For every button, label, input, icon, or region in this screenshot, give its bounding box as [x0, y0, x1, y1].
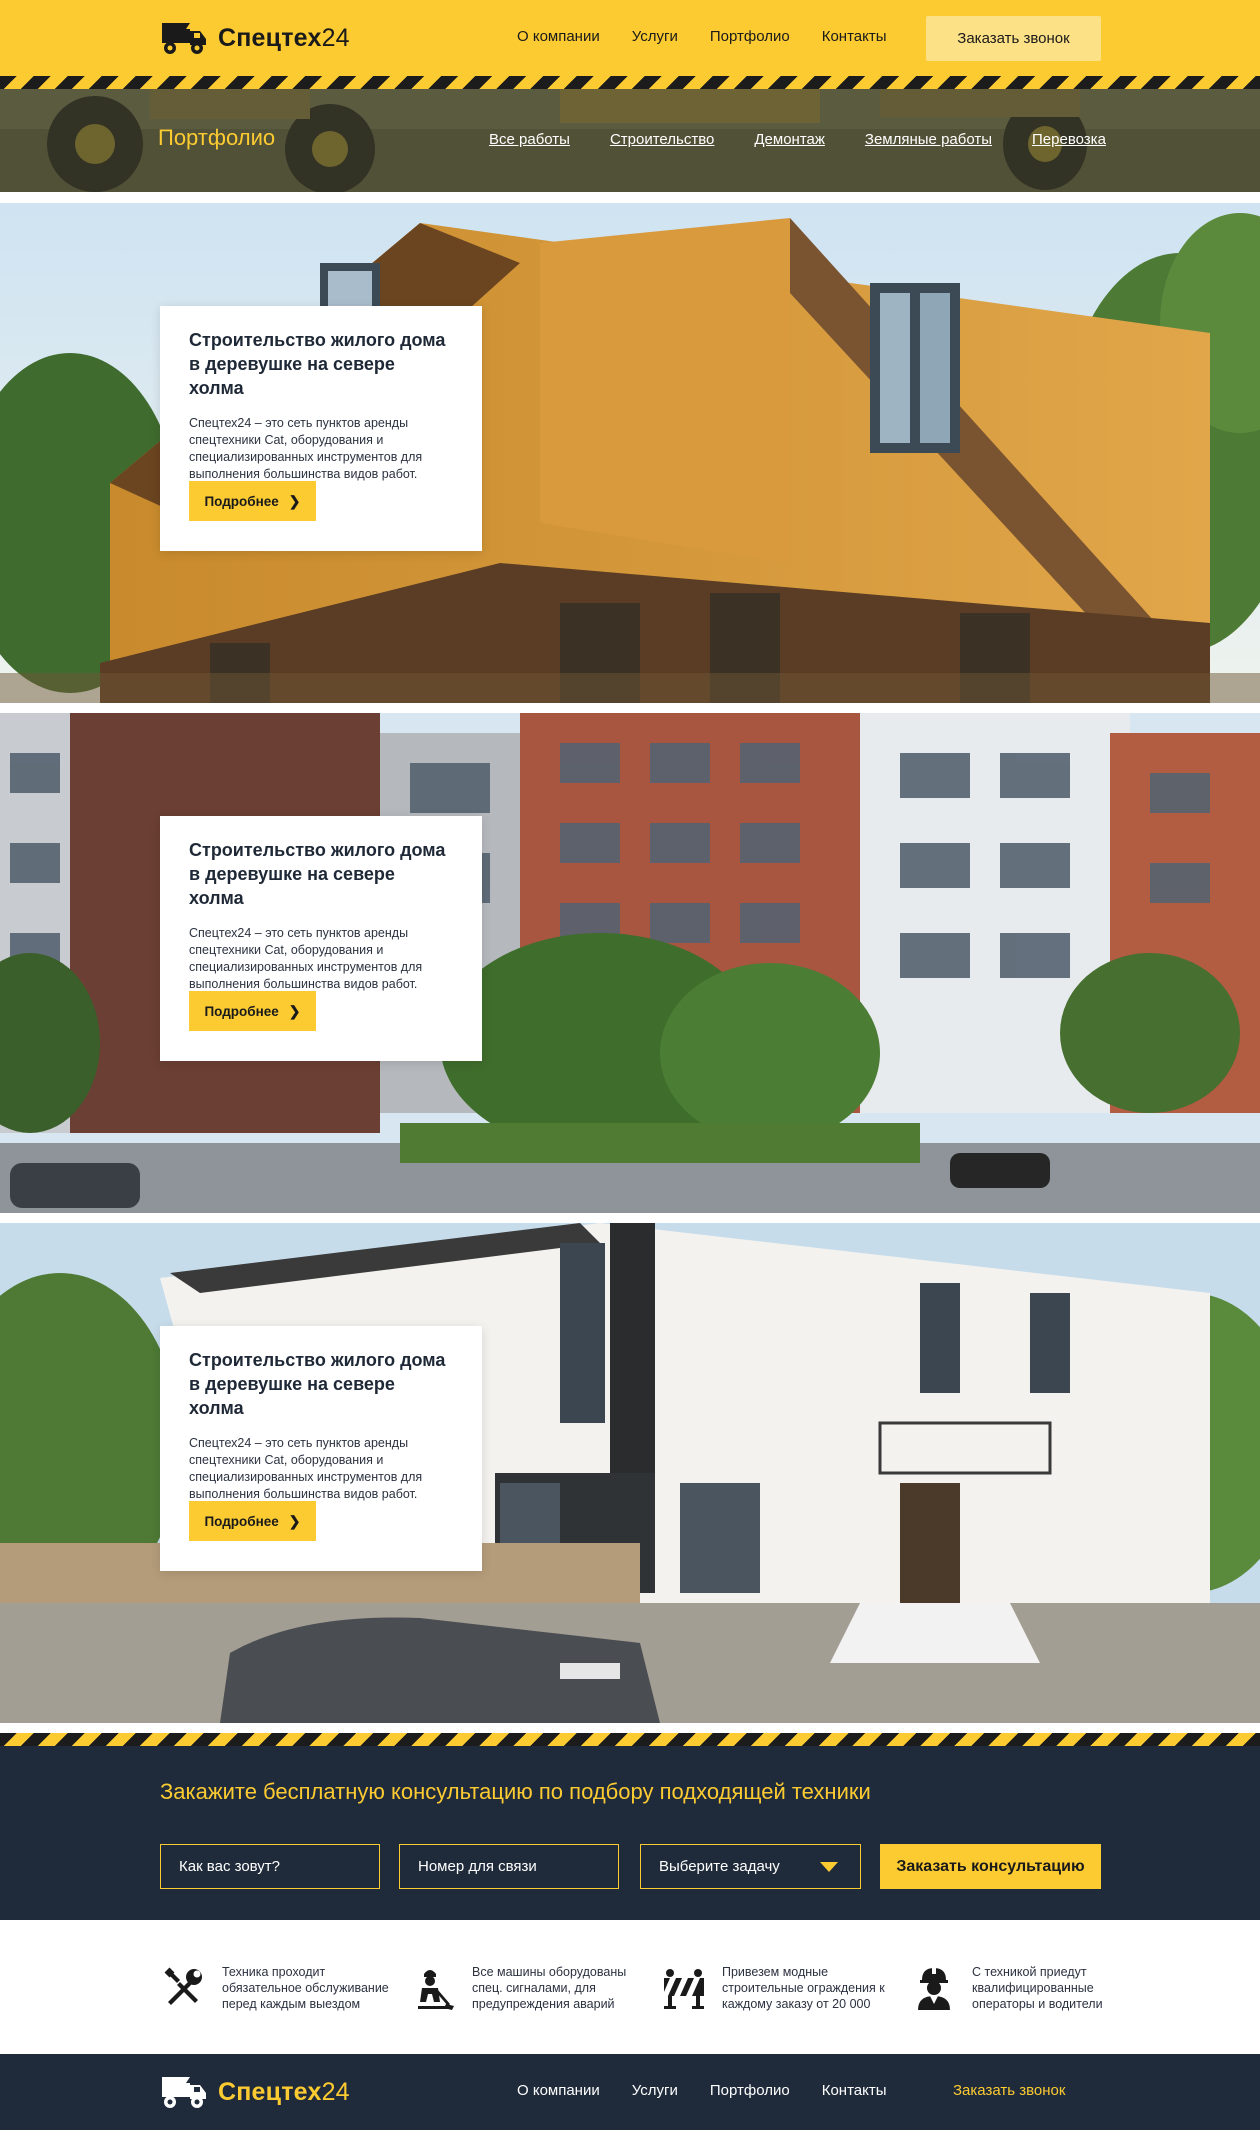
project-description: Спецтех24 – это сеть пунктов аренды спец…	[189, 926, 423, 991]
dump-truck-icon	[162, 2077, 206, 2108]
nav-about[interactable]: О компании	[517, 28, 600, 45]
chevron-down-icon	[820, 1862, 838, 1872]
chevron-right-icon: ❯	[288, 1002, 301, 1019]
project-description: Спецтех24 – это сеть пунктов аренды спец…	[189, 1436, 423, 1501]
portfolio-banner: Портфолио Все работы Строительство Демон…	[0, 89, 1260, 192]
feature-text: Привезем модные строительные ограждения …	[722, 1965, 885, 2011]
hazard-stripe	[0, 1733, 1260, 1746]
site-header: Спецтех24 О компании Услуги Портфолио Ко…	[0, 0, 1260, 76]
project-item: Строительство жилого дома в деревушке на…	[0, 1223, 1260, 1723]
site-footer: Спецтех24 О компании Услуги Портфолио Ко…	[0, 2054, 1260, 2130]
portfolio-title: Портфолио	[158, 125, 276, 150]
task-select[interactable]: Выберите задачу	[640, 1844, 861, 1889]
filter-construction[interactable]: Строительство	[610, 131, 714, 148]
features-strip: Техника проходит обязательное обслуживан…	[0, 1920, 1260, 2054]
feature-item: Все машины оборудованы спец. сигналами, …	[410, 1964, 632, 2012]
worker-shovel-icon	[418, 1970, 454, 2010]
dump-truck-icon	[162, 23, 206, 54]
more-button[interactable]: Подробнее ❯	[189, 481, 316, 521]
name-input[interactable]: Как вас зовут?	[160, 1844, 380, 1889]
feature-text: Все машины оборудованы спец. сигналами, …	[472, 1965, 627, 2011]
wrench-screwdriver-icon	[164, 1967, 202, 2005]
task-select-value: Выберите задачу	[659, 1858, 780, 1875]
more-button[interactable]: Подробнее ❯	[189, 991, 316, 1031]
portfolio-filters: Все работы Строительство Демонтаж Землян…	[489, 131, 1146, 148]
filter-earthworks[interactable]: Земляные работы	[865, 131, 992, 148]
footer-logo[interactable]: Спецтех24	[160, 2073, 350, 2111]
project-description: Спецтех24 – это сеть пунктов аренды спец…	[189, 416, 423, 481]
footer-nav: О компании Услуги Портфолио Контакты	[517, 2082, 919, 2099]
consultation-form: Закажите бесплатную консультацию по подб…	[0, 1746, 1260, 1920]
nav-portfolio[interactable]: Портфолио	[710, 28, 790, 45]
chevron-right-icon: ❯	[288, 492, 301, 509]
filter-transport[interactable]: Перевозка	[1032, 131, 1106, 148]
footer-nav-portfolio[interactable]: Портфолио	[710, 2082, 790, 2099]
feature-item: Техника проходит обязательное обслуживан…	[160, 1964, 392, 2012]
more-button[interactable]: Подробнее ❯	[189, 1501, 316, 1541]
project-card: Строительство жилого дома в деревушке на…	[160, 816, 482, 1061]
footer-nav-contacts[interactable]: Контакты	[822, 2082, 887, 2099]
hard-hat-worker-icon	[918, 1966, 950, 2010]
filter-demolition[interactable]: Демонтаж	[754, 131, 825, 148]
hazard-stripe	[0, 76, 1260, 89]
project-title: Строительство жилого дома в деревушке на…	[189, 840, 446, 908]
order-call-button[interactable]: Заказать звонок	[926, 16, 1101, 61]
logo[interactable]: Спецтех24	[160, 19, 350, 57]
consultation-title: Закажите бесплатную консультацию по подб…	[160, 1779, 871, 1804]
order-consultation-button[interactable]: Заказать консультацию	[880, 1844, 1101, 1889]
project-item: Строительство жилого дома в деревушке на…	[0, 713, 1260, 1213]
nav-contacts[interactable]: Контакты	[822, 28, 887, 45]
project-title: Строительство жилого дома в деревушке на…	[189, 330, 446, 398]
footer-nav-about[interactable]: О компании	[517, 2082, 600, 2099]
project-item: Строительство жилого дома в деревушке на…	[0, 203, 1260, 703]
footer-order-call-link[interactable]: Заказать звонок	[953, 2082, 1065, 2099]
project-title: Строительство жилого дома в деревушке на…	[189, 1350, 446, 1418]
logo-text: Спецтех24	[218, 23, 350, 52]
nav-services[interactable]: Услуги	[632, 28, 678, 45]
main-nav: О компании Услуги Портфолио Контакты	[517, 28, 919, 45]
project-card: Строительство жилого дома в деревушке на…	[160, 1326, 482, 1571]
road-barrier-icon	[664, 1969, 704, 2009]
feature-text: С техникой приедут квалифицированные опе…	[972, 1965, 1103, 2011]
phone-input[interactable]: Номер для связи	[399, 1844, 619, 1889]
filter-all[interactable]: Все работы	[489, 131, 570, 148]
projects-list: Строительство жилого дома в деревушке на…	[0, 192, 1260, 1723]
footer-nav-services[interactable]: Услуги	[632, 2082, 678, 2099]
project-card: Строительство жилого дома в деревушке на…	[160, 306, 482, 551]
feature-item: С техникой приедут квалифицированные опе…	[910, 1964, 1112, 2012]
feature-text: Техника проходит обязательное обслуживан…	[222, 1965, 389, 2011]
chevron-right-icon: ❯	[288, 1512, 301, 1529]
logo-text: Спецтех24	[218, 2077, 350, 2106]
feature-item: Привезем модные строительные ограждения …	[660, 1964, 887, 2012]
